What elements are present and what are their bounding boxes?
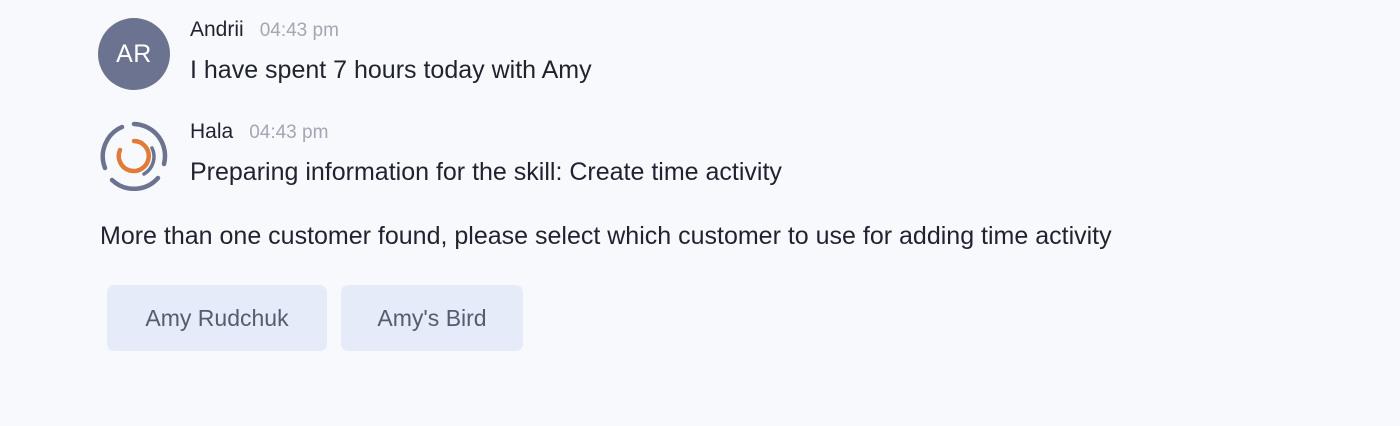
message-header: Hala 04:43 pm <box>190 120 782 150</box>
bot-message: Hala 04:43 pm Preparing information for … <box>98 120 782 192</box>
message-timestamp: 04:43 pm <box>259 20 339 41</box>
customer-option-amy-rudchuk[interactable]: Amy Rudchuk <box>107 285 327 351</box>
sender-name: Hala <box>190 120 234 143</box>
message-text: I have spent 7 hours today with Amy <box>190 56 592 84</box>
customer-option-amys-bird[interactable]: Amy's Bird <box>341 285 523 351</box>
message-body: Andrii 04:43 pm I have spent 7 hours tod… <box>190 18 592 85</box>
message-timestamp: 04:43 pm <box>249 122 329 143</box>
user-message: AR Andrii 04:43 pm I have spent 7 hours … <box>98 18 592 90</box>
hala-logo-icon <box>98 120 170 192</box>
customer-select-prompt: More than one customer found, please sel… <box>100 222 1112 250</box>
customer-options: Amy Rudchuk Amy's Bird <box>107 285 523 351</box>
sender-name: Andrii <box>190 18 244 41</box>
message-text: Preparing information for the skill: Cre… <box>190 158 782 186</box>
message-body: Hala 04:43 pm Preparing information for … <box>190 120 782 187</box>
avatar: AR <box>98 18 170 90</box>
avatar-initials: AR <box>116 39 152 68</box>
chat-thread: AR Andrii 04:43 pm I have spent 7 hours … <box>0 0 1400 426</box>
message-header: Andrii 04:43 pm <box>190 18 592 48</box>
